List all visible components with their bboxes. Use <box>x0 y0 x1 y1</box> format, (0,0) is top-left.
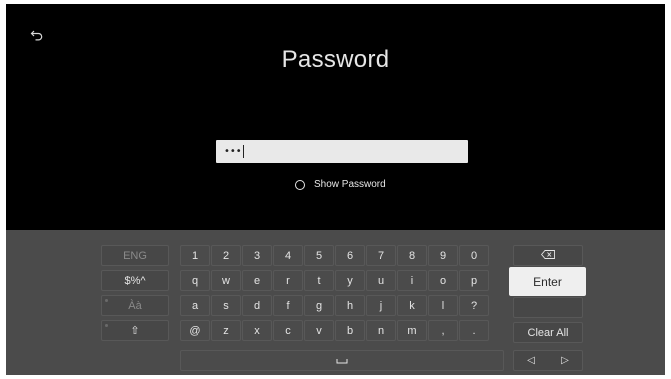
key-8[interactable]: 8 <box>397 245 427 266</box>
password-value: ••• <box>224 146 242 157</box>
backspace-icon <box>541 249 555 262</box>
key-4[interactable]: 4 <box>273 245 303 266</box>
indicator-dot <box>105 324 108 327</box>
key-a[interactable]: a <box>180 295 210 316</box>
key-empty[interactable] <box>513 297 583 318</box>
indicator-dot <box>105 299 108 302</box>
space-icon <box>336 355 348 367</box>
key-w[interactable]: w <box>211 270 241 291</box>
enter-button[interactable]: Enter <box>509 267 586 296</box>
key-s[interactable]: s <box>211 295 241 316</box>
key-g[interactable]: g <box>304 295 334 316</box>
key-o[interactable]: o <box>428 270 458 291</box>
text-caret <box>242 145 244 158</box>
key-z[interactable]: z <box>211 320 241 341</box>
radio-icon <box>295 179 305 190</box>
key-1[interactable]: 1 <box>180 245 210 266</box>
key-accents-label: Àà <box>128 299 142 312</box>
key-p[interactable]: p <box>459 270 489 291</box>
key-y[interactable]: y <box>335 270 365 291</box>
show-password-label: Show Password <box>314 179 386 190</box>
key-u[interactable]: u <box>366 270 396 291</box>
key-b[interactable]: b <box>335 320 365 341</box>
key-accents[interactable]: Àà <box>101 295 169 316</box>
clear-all-button[interactable]: Clear All <box>513 322 583 343</box>
key-x[interactable]: x <box>242 320 272 341</box>
key-backspace[interactable] <box>513 245 583 266</box>
key-v[interactable]: v <box>304 320 334 341</box>
show-password-toggle[interactable]: Show Password <box>295 179 386 190</box>
key-i[interactable]: i <box>397 270 427 291</box>
key-d[interactable]: d <box>242 295 272 316</box>
key-j[interactable]: j <box>366 295 396 316</box>
key-lang[interactable]: ENG <box>101 245 169 266</box>
back-arrow-icon[interactable] <box>30 29 46 43</box>
key-c[interactable]: c <box>273 320 303 341</box>
key-space[interactable] <box>180 350 504 371</box>
page-title: Password <box>281 46 390 73</box>
key-5[interactable]: 5 <box>304 245 334 266</box>
key-m[interactable]: m <box>397 320 427 341</box>
key-f[interactable]: f <box>273 295 303 316</box>
key-period[interactable]: . <box>459 320 489 341</box>
key-k[interactable]: k <box>397 295 427 316</box>
key-h[interactable]: h <box>335 295 365 316</box>
tv-screen: Password ••• Show Password ENG $%^ Àà ⇧ … <box>6 4 665 375</box>
key-2[interactable]: 2 <box>211 245 241 266</box>
key-q[interactable]: q <box>180 270 210 291</box>
key-r[interactable]: r <box>273 270 303 291</box>
arrow-left-icon[interactable]: ◁ <box>527 355 535 366</box>
key-question[interactable]: ? <box>459 295 489 316</box>
key-3[interactable]: 3 <box>242 245 272 266</box>
key-9[interactable]: 9 <box>428 245 458 266</box>
key-7[interactable]: 7 <box>366 245 396 266</box>
key-t[interactable]: t <box>304 270 334 291</box>
key-comma[interactable]: , <box>428 320 458 341</box>
key-n[interactable]: n <box>366 320 396 341</box>
key-l[interactable]: l <box>428 295 458 316</box>
key-symbols[interactable]: $%^ <box>101 270 169 291</box>
shift-icon: ⇧ <box>130 325 140 337</box>
key-6[interactable]: 6 <box>335 245 365 266</box>
on-screen-keyboard: ENG $%^ Àà ⇧ 1 2 3 4 5 6 7 8 9 0 q w e r… <box>6 230 665 375</box>
key-shift[interactable]: ⇧ <box>101 320 169 341</box>
password-input[interactable]: ••• <box>216 140 468 163</box>
key-at[interactable]: @ <box>180 320 210 341</box>
arrow-right-icon[interactable]: ▷ <box>561 355 569 366</box>
key-e[interactable]: e <box>242 270 272 291</box>
cursor-arrows[interactable]: ◁ ▷ <box>513 350 583 371</box>
key-0[interactable]: 0 <box>459 245 489 266</box>
